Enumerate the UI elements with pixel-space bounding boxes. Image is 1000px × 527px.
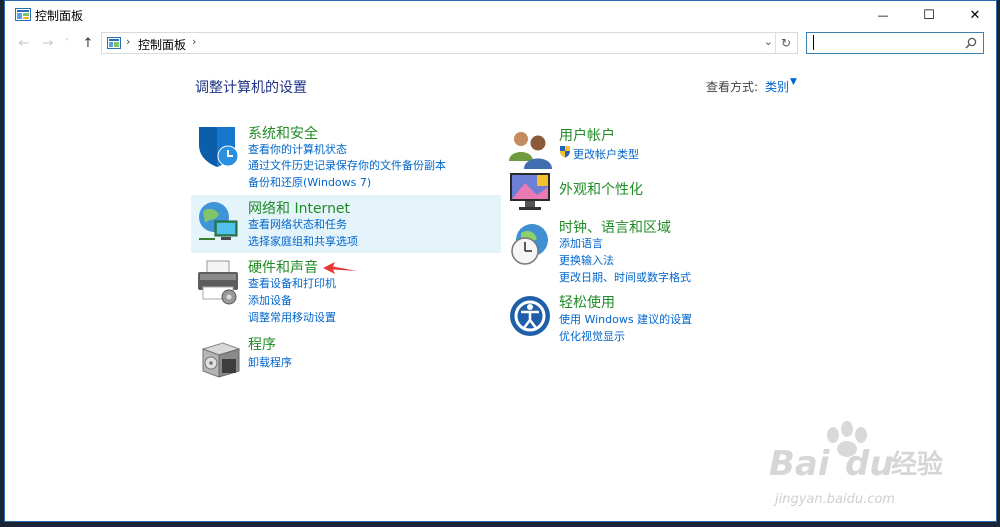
address-bar[interactable]: › 控制面板 › ⌄ ↻ [101, 32, 798, 54]
programs-box-icon[interactable] [197, 335, 243, 381]
printer-icon[interactable] [195, 259, 241, 305]
refresh-icon: ↻ [780, 36, 792, 50]
link-change-input-method[interactable]: 更换输入法 [559, 252, 614, 268]
category-user-accounts: 用户帐户 更改帐户类型 [502, 121, 802, 169]
control-panel-icon [15, 8, 31, 21]
category-title[interactable]: 轻松使用 [559, 292, 615, 312]
category-network-internet[interactable]: 网络和 Internet 查看网络状态和任务 选择家庭组和共享选项 [191, 195, 501, 253]
category-title[interactable]: 硬件和声音 [248, 257, 318, 277]
breadcrumb-control-panel[interactable]: 控制面板 [138, 36, 186, 53]
maximize-icon: ☐ [923, 7, 935, 23]
link-uninstall-program[interactable]: 卸载程序 [248, 354, 292, 370]
minimize-button[interactable]: — [860, 1, 906, 29]
window-title: 控制面板 [35, 9, 84, 23]
back-arrow-icon: ← [18, 35, 30, 51]
category-title[interactable]: 程序 [248, 334, 276, 354]
address-dropdown-icon[interactable]: ⌄ [764, 35, 773, 48]
title-bar: 控制面板 — ☐ ✕ [5, 1, 996, 29]
category-ease-of-access: 轻松使用 使用 Windows 建议的设置 优化视觉显示 [502, 289, 802, 345]
view-by-dropdown[interactable]: 类别 [765, 78, 789, 95]
link-optimize-display[interactable]: 优化视觉显示 [559, 328, 625, 344]
link-view-computer-status[interactable]: 查看你的计算机状态 [248, 141, 347, 157]
view-by-label: 查看方式: [706, 80, 759, 94]
link-recommended-settings[interactable]: 使用 Windows 建议的设置 [559, 311, 692, 327]
category-title[interactable]: 系统和安全 [248, 123, 318, 143]
up-arrow-icon: ↑ [82, 35, 94, 51]
maximize-button[interactable]: ☐ [906, 1, 952, 29]
link-network-status[interactable]: 查看网络状态和任务 [248, 216, 347, 232]
clock-globe-icon[interactable] [507, 221, 553, 267]
link-homegroup-sharing[interactable]: 选择家庭组和共享选项 [248, 233, 358, 249]
users-icon[interactable] [507, 127, 553, 173]
view-by-dropdown-icon[interactable]: ▼ [790, 77, 797, 87]
watermark-logo-icon: Bai du 经验 jingyan.baidu.com [769, 421, 943, 507]
link-mobility-settings[interactable]: 调整常用移动设置 [248, 309, 336, 325]
category-title[interactable]: 时钟、语言和区域 [559, 217, 671, 237]
link-change-account-type[interactable]: 更改帐户类型 [573, 146, 639, 162]
breadcrumb-separator-icon[interactable]: › [192, 35, 196, 48]
annotation-arrow-icon [323, 262, 357, 274]
link-add-language[interactable]: 添加语言 [559, 235, 603, 251]
recent-locations-button[interactable]: ˅ [61, 34, 73, 52]
category-clock-region: 时钟、语言和区域 添加语言 更换输入法 更改日期、时间或数字格式 [502, 213, 802, 285]
up-button[interactable]: ↑ [79, 34, 97, 52]
control-panel-location-icon [107, 37, 121, 49]
refresh-button[interactable]: ↻ [775, 33, 796, 53]
link-add-device[interactable]: 添加设备 [248, 292, 292, 308]
link-file-history-backup[interactable]: 通过文件历史记录保存你的文件备份副本 [248, 157, 446, 173]
shield-icon[interactable] [195, 123, 241, 169]
navigation-bar: ← → ˅ ↑ › 控制面板 › ⌄ ↻ [5, 29, 996, 57]
minimize-icon: — [877, 8, 889, 22]
monitor-icon[interactable] [507, 169, 553, 215]
network-globe-icon[interactable] [195, 199, 241, 245]
category-title[interactable]: 用户帐户 [559, 125, 615, 145]
control-panel-window: 控制面板 — ☐ ✕ ← → ˅ ↑ › 控制面板 › ⌄ ↻ 调整计算机的设置… [4, 0, 997, 522]
forward-arrow-icon: → [42, 35, 54, 51]
category-system-security: 系统和安全 查看你的计算机状态 通过文件历史记录保存你的文件备份副本 备份和还原… [191, 119, 501, 189]
svg-text:经验: 经验 [891, 449, 943, 480]
chevron-down-icon: ˅ [64, 37, 70, 49]
uac-shield-icon [560, 146, 570, 158]
page-title: 调整计算机的设置 [195, 80, 307, 96]
svg-text:jingyan.baidu.com: jingyan.baidu.com [773, 492, 895, 507]
category-title[interactable]: 网络和 Internet [248, 198, 350, 218]
link-devices-printers[interactable]: 查看设备和打印机 [248, 275, 336, 291]
search-input[interactable] [813, 35, 954, 50]
close-icon: ✕ [969, 7, 981, 23]
ease-of-access-icon[interactable] [507, 293, 553, 339]
category-appearance: 外观和个性化 [502, 169, 802, 215]
svg-text:du: du [845, 444, 894, 484]
category-programs: 程序 卸载程序 [191, 331, 501, 379]
breadcrumb-separator-icon: › [126, 35, 131, 48]
forward-button[interactable]: → [39, 34, 57, 52]
link-backup-restore[interactable]: 备份和还原(Windows 7) [248, 174, 371, 190]
back-button[interactable]: ← [15, 34, 33, 52]
search-icon[interactable] [965, 37, 977, 49]
link-date-time-format[interactable]: 更改日期、时间或数字格式 [559, 269, 691, 285]
svg-text:Bai: Bai [769, 444, 831, 484]
close-button[interactable]: ✕ [952, 1, 996, 29]
search-box[interactable] [806, 32, 984, 54]
category-title[interactable]: 外观和个性化 [559, 179, 643, 199]
